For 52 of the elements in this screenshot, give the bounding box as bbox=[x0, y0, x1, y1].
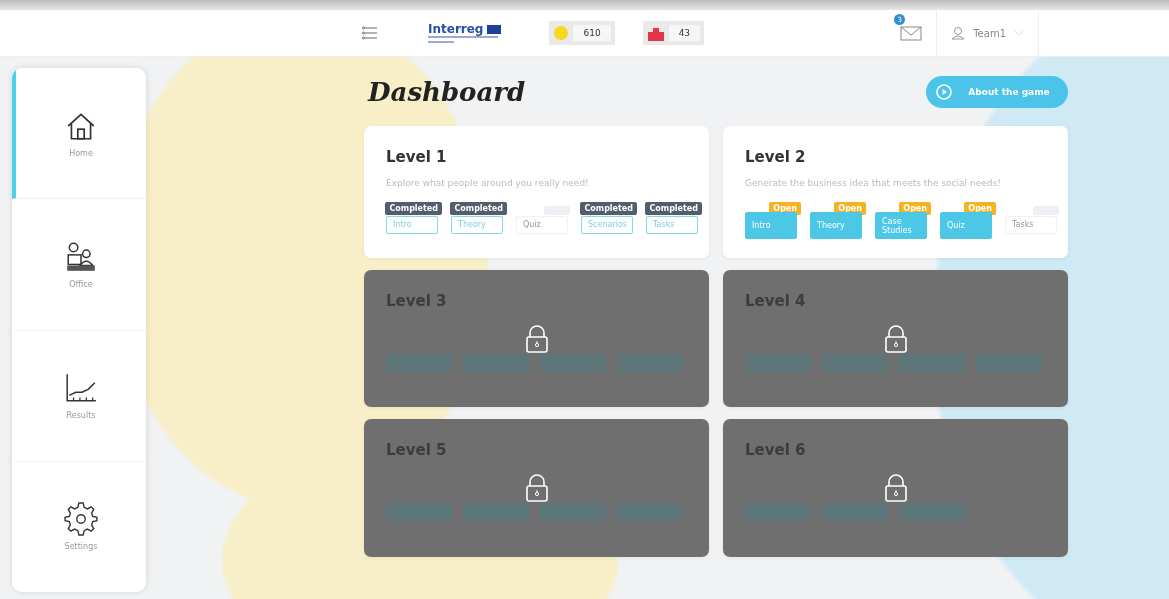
locked-module-chip bbox=[822, 503, 888, 521]
sidebar-item[interactable]: Home bbox=[12, 68, 146, 200]
padlock-icon bbox=[882, 324, 909, 353]
logo-subtitle-drawing bbox=[428, 36, 498, 44]
module-button[interactable]: Case Studies bbox=[875, 212, 927, 239]
module-button[interactable]: Intro bbox=[745, 212, 797, 239]
locked-module-chip bbox=[899, 503, 965, 521]
page-title: Dashboard bbox=[368, 77, 526, 107]
module-button[interactable]: Quiz bbox=[516, 215, 568, 234]
status-badge: Completed bbox=[385, 202, 442, 215]
sidebar-item[interactable]: Office bbox=[12, 199, 146, 331]
locked-module-chip bbox=[463, 503, 529, 521]
level-title: Level 2 bbox=[745, 148, 807, 166]
level-card[interactable]: Level 2 Generate the business idea that meets the social needs! Open Intro Open Theory Open Case Studies Open Quiz Tasks bbox=[723, 126, 1068, 258]
level-card[interactable]: Level 1 Explore what people around you really need! Completed Intro Completed Theory Quiz Completed Scenarios Completed Tasks bbox=[364, 126, 709, 258]
padlock-icon bbox=[882, 474, 909, 502]
module-button[interactable]: Scenarios bbox=[581, 215, 633, 234]
level-description: Explore what people around you really need! bbox=[386, 178, 590, 188]
desk-worker-icon bbox=[64, 239, 98, 274]
locked-module-chip bbox=[899, 354, 965, 372]
module-button[interactable]: Tasks bbox=[1005, 215, 1057, 234]
flag-icon bbox=[487, 24, 502, 34]
counter-value: 43 bbox=[668, 25, 701, 41]
padlock-icon bbox=[523, 324, 550, 353]
locked-module-chip bbox=[463, 354, 529, 372]
play-icon bbox=[936, 84, 952, 100]
logo-text: Interreg bbox=[428, 22, 484, 36]
module-button[interactable]: Intro bbox=[386, 215, 438, 234]
module-button[interactable]: Quiz bbox=[940, 212, 992, 239]
locked-module-chip bbox=[540, 354, 606, 372]
status-badge: Completed bbox=[580, 202, 637, 215]
about-button[interactable]: About the game bbox=[926, 76, 1068, 108]
buildings-icon bbox=[646, 25, 665, 41]
level-description: Generate the business idea that meets the social needs! bbox=[745, 178, 1002, 188]
counter-value: 610 bbox=[573, 25, 611, 41]
level-title: Level 1 bbox=[386, 148, 448, 166]
padlock-icon bbox=[523, 474, 550, 502]
locked-module-chip bbox=[822, 354, 888, 372]
status-badge: Completed bbox=[645, 202, 702, 215]
coin-icon bbox=[553, 25, 570, 41]
user-name[interactable]: Team1 bbox=[973, 27, 1006, 39]
module-button[interactable]: Theory bbox=[451, 215, 503, 234]
status-badge: Completed bbox=[450, 202, 507, 215]
menu-icon[interactable] bbox=[362, 25, 378, 41]
settings-icon bbox=[64, 502, 98, 537]
module-button[interactable]: Theory bbox=[810, 212, 862, 239]
locked-module-chip bbox=[540, 503, 606, 521]
user-icon bbox=[951, 26, 966, 40]
module-button[interactable]: Tasks bbox=[646, 215, 698, 234]
sidebar-item[interactable]: Settings bbox=[12, 461, 146, 592]
sidebar-item[interactable]: Results bbox=[12, 330, 146, 462]
mail-icon[interactable] bbox=[900, 25, 923, 41]
